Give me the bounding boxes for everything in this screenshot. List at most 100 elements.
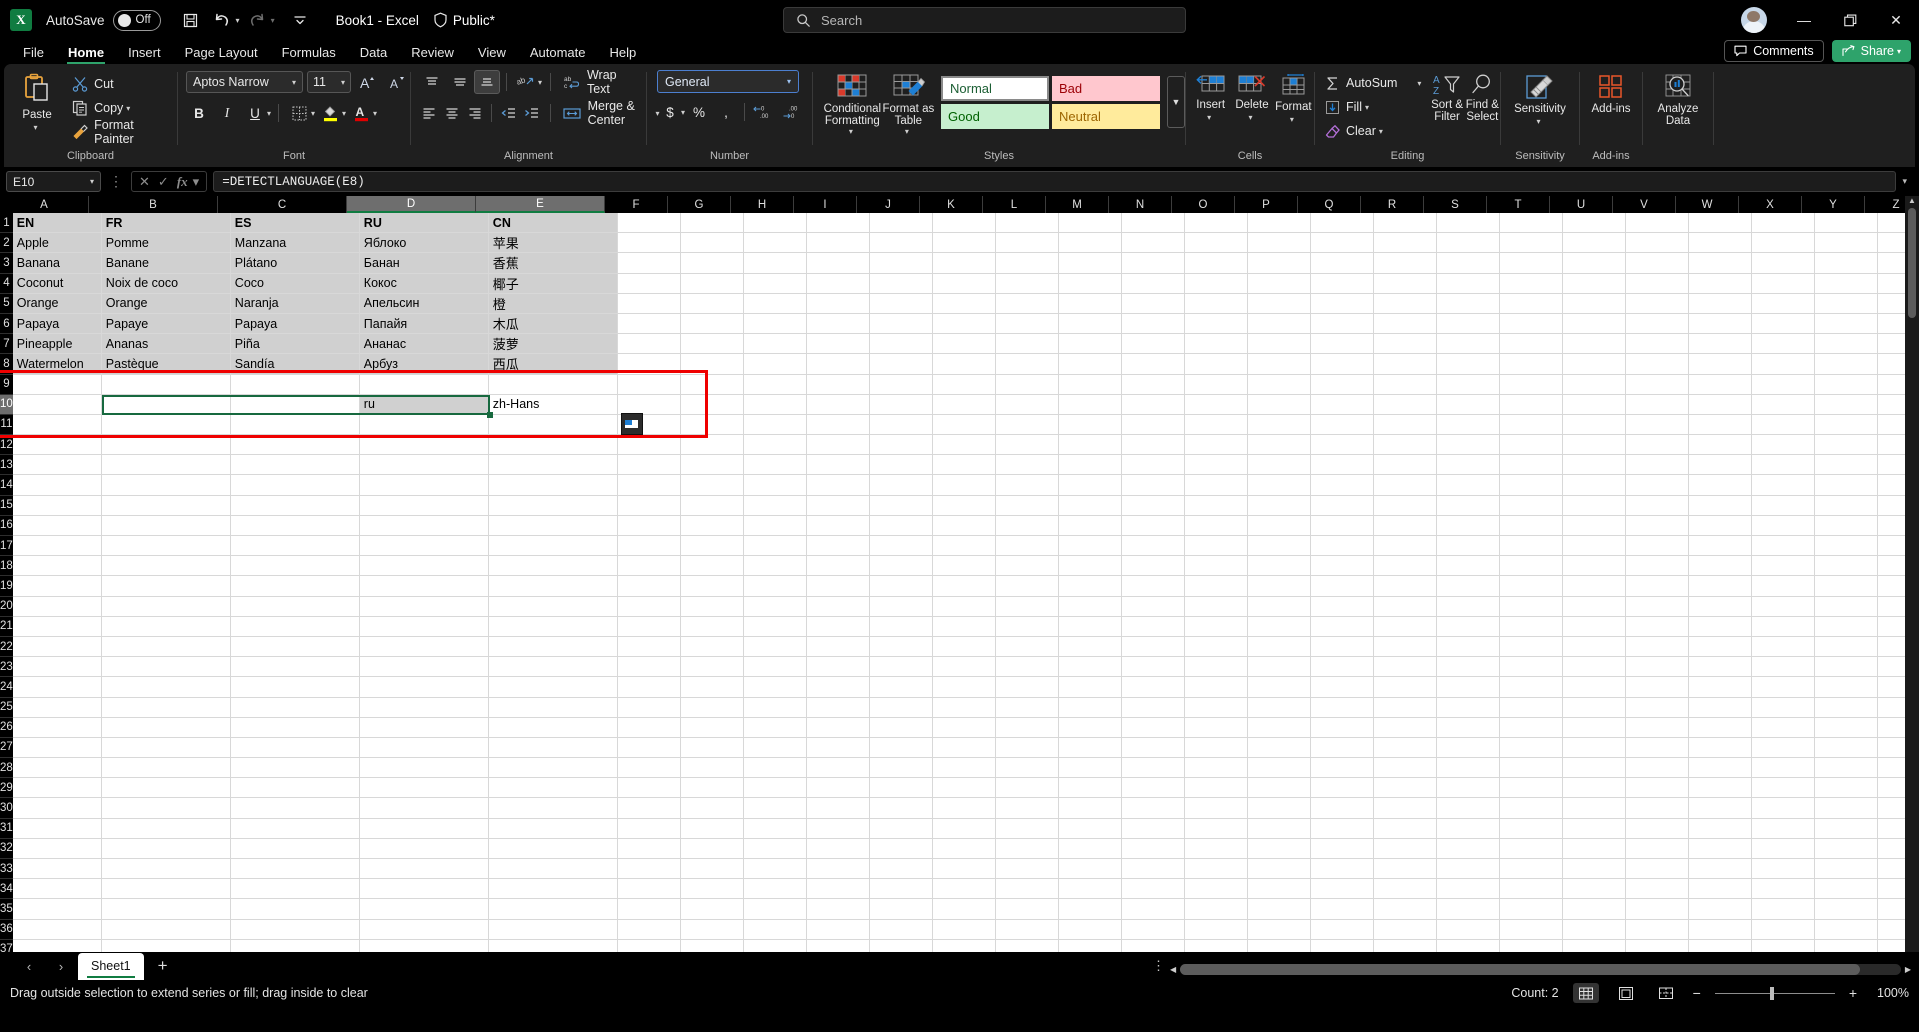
paste-dropdown-icon[interactable]: ▾	[34, 123, 38, 132]
cell-A33[interactable]	[12, 859, 102, 880]
cell-P24[interactable]	[1247, 677, 1311, 698]
cell-O4[interactable]	[1184, 273, 1248, 294]
row-header-24[interactable]: 24	[0, 677, 13, 698]
cell-R19[interactable]	[1373, 576, 1437, 597]
cell-R28[interactable]	[1373, 758, 1437, 779]
cell-C28[interactable]	[230, 758, 360, 779]
cell-F20[interactable]	[617, 596, 681, 617]
cell-S28[interactable]	[1436, 758, 1500, 779]
cell-M19[interactable]	[1058, 576, 1122, 597]
column-header-i[interactable]: I	[794, 196, 857, 213]
cell-E20[interactable]	[488, 596, 618, 617]
cell-J27[interactable]	[869, 737, 933, 759]
row-header-26[interactable]: 26	[0, 718, 13, 738]
row-header-22[interactable]: 22	[0, 637, 13, 658]
cell-M18[interactable]	[1058, 556, 1122, 577]
cell-A24[interactable]	[12, 677, 102, 698]
cell-S11[interactable]	[1436, 414, 1500, 436]
cell-S19[interactable]	[1436, 576, 1500, 597]
cell-U35[interactable]	[1562, 899, 1626, 920]
cell-F34[interactable]	[617, 879, 681, 900]
cell-L36[interactable]	[995, 919, 1059, 940]
cell-A16[interactable]	[12, 515, 102, 536]
cell-V18[interactable]	[1625, 556, 1689, 577]
cell-N18[interactable]	[1121, 556, 1185, 577]
cell-C33[interactable]	[230, 859, 360, 880]
cell-J36[interactable]	[869, 919, 933, 940]
cell-Q18[interactable]	[1310, 556, 1374, 577]
cell-F31[interactable]	[617, 818, 681, 839]
cell-E21[interactable]	[488, 616, 618, 637]
cell-A28[interactable]	[12, 758, 102, 779]
grow-font-button[interactable]: A	[355, 70, 381, 94]
cell-F33[interactable]	[617, 859, 681, 880]
cell-W30[interactable]	[1688, 798, 1752, 819]
cell-Q29[interactable]	[1310, 778, 1374, 799]
cell-I8[interactable]	[806, 354, 870, 375]
cell-K23[interactable]	[932, 657, 996, 678]
cell-W14[interactable]	[1688, 475, 1752, 496]
column-header-c[interactable]: C	[218, 196, 347, 213]
cell-Q20[interactable]	[1310, 596, 1374, 617]
cell-G8[interactable]	[680, 354, 744, 375]
column-header-w[interactable]: W	[1676, 196, 1739, 213]
cell-D11[interactable]	[359, 414, 489, 436]
cell-T14[interactable]	[1499, 475, 1563, 496]
cell-L28[interactable]	[995, 758, 1059, 779]
cell-Y24[interactable]	[1814, 677, 1878, 698]
cell-Y14[interactable]	[1814, 475, 1878, 496]
cell-Q26[interactable]	[1310, 717, 1374, 738]
cell-I37[interactable]	[807, 939, 870, 952]
prev-sheet-button[interactable]: ‹	[14, 954, 44, 978]
cell-X18[interactable]	[1751, 556, 1815, 577]
cell-I23[interactable]	[806, 657, 870, 678]
paste-button[interactable]: Paste ▾	[10, 70, 64, 132]
cell-R22[interactable]	[1373, 636, 1437, 658]
cell-Q27[interactable]	[1310, 737, 1374, 759]
cell-R36[interactable]	[1373, 919, 1437, 940]
cell-Y36[interactable]	[1814, 919, 1878, 940]
cell-R3[interactable]	[1373, 253, 1437, 274]
cell-O23[interactable]	[1184, 657, 1248, 678]
cell-I30[interactable]	[806, 798, 870, 819]
cell-S31[interactable]	[1436, 818, 1500, 839]
cell-O12[interactable]	[1184, 435, 1248, 456]
cell-V32[interactable]	[1625, 838, 1689, 859]
cell-P25[interactable]	[1247, 697, 1311, 718]
column-header-k[interactable]: K	[920, 196, 983, 213]
cell-O27[interactable]	[1184, 737, 1248, 759]
cell-B28[interactable]	[101, 758, 231, 779]
cell-C30[interactable]	[230, 798, 360, 819]
cell-S33[interactable]	[1436, 859, 1500, 880]
cell-T29[interactable]	[1499, 778, 1563, 799]
cell-Q6[interactable]	[1310, 313, 1374, 335]
cell-X28[interactable]	[1751, 758, 1815, 779]
cell-Q31[interactable]	[1310, 818, 1374, 839]
format-as-table-dropdown-icon[interactable]: ▾	[905, 127, 909, 136]
cell-M13[interactable]	[1058, 455, 1122, 476]
cell-Q35[interactable]	[1310, 899, 1374, 920]
cell-N10[interactable]	[1121, 394, 1185, 415]
cell-H37[interactable]	[744, 939, 807, 952]
column-header-u[interactable]: U	[1550, 196, 1613, 213]
cell-K9[interactable]	[932, 374, 996, 395]
cell-F16[interactable]	[617, 515, 681, 536]
cell-V4[interactable]	[1625, 273, 1689, 294]
cell-K3[interactable]	[932, 253, 996, 274]
cell-Y11[interactable]	[1814, 414, 1878, 436]
cell-N24[interactable]	[1121, 677, 1185, 698]
cell-G37[interactable]	[681, 939, 744, 952]
cell-X31[interactable]	[1751, 818, 1815, 839]
zoom-slider[interactable]	[1714, 986, 1835, 1000]
cell-E6[interactable]: 木瓜	[488, 313, 618, 335]
row-header-33[interactable]: 33	[0, 859, 13, 880]
borders-button[interactable]	[286, 101, 312, 125]
cell-I7[interactable]	[806, 334, 870, 355]
cell-O5[interactable]	[1184, 293, 1248, 314]
cell-H9[interactable]	[743, 374, 807, 395]
cell-R9[interactable]	[1373, 374, 1437, 395]
cell-O36[interactable]	[1184, 919, 1248, 940]
cell-H26[interactable]	[743, 717, 807, 738]
cell-K18[interactable]	[932, 556, 996, 577]
cell-F29[interactable]	[617, 778, 681, 799]
